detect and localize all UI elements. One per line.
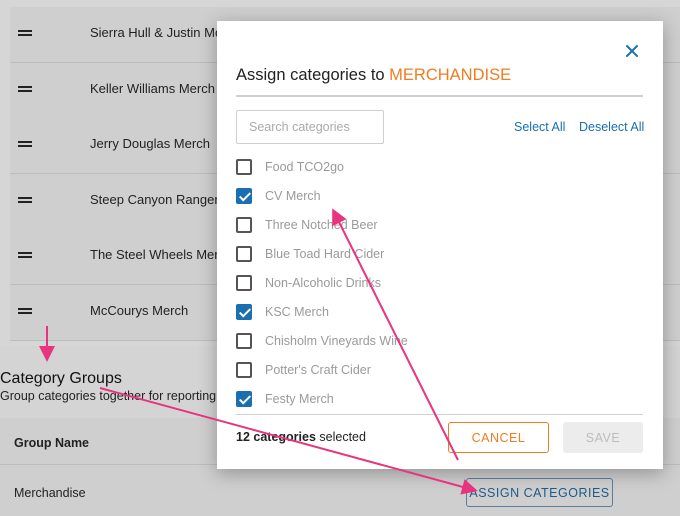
list-item-label: Chisholm Vineyards Wine [265,334,408,348]
checkbox[interactable] [236,159,252,175]
checkbox[interactable] [236,217,252,233]
modal-title-prefix: Assign categories to [236,66,390,84]
checkbox[interactable] [236,188,252,204]
search-input[interactable] [236,110,384,144]
cancel-button[interactable]: CANCEL [448,422,549,453]
category-row-label: Sierra Hull & Justin Mo [90,25,223,40]
category-row-label: The Steel Wheels Merc [90,247,226,262]
checkbox[interactable] [236,391,252,407]
drag-handle-icon[interactable] [18,252,32,258]
category-groups-title: Category Groups [0,370,122,387]
list-item[interactable]: Non-Alcoholic Drinks [236,270,643,299]
save-button[interactable]: SAVE [563,422,643,453]
modal-title-target: MERCHANDISE [389,66,512,84]
checkbox[interactable] [236,246,252,262]
checkbox[interactable] [236,362,252,378]
select-all-link[interactable]: Select All [514,120,565,134]
list-item[interactable]: Blue Toad Hard Cider [236,241,643,270]
list-item-label: CV Merch [265,189,321,203]
list-item[interactable]: Festy Merch [236,386,643,415]
title-divider [236,95,643,97]
list-item-label: Blue Toad Hard Cider [265,247,385,261]
selected-count: 12 categories selected [236,430,366,444]
list-item-label: Non-Alcoholic Drinks [265,276,382,290]
list-item-label: Food TCO2go [265,160,344,174]
drag-handle-icon[interactable] [18,30,32,36]
assign-categories-button[interactable]: ASSIGN CATEGORIES [466,478,613,507]
deselect-all-link[interactable]: Deselect All [579,120,644,134]
selected-count-suffix: selected [315,430,366,444]
close-icon-glyph [626,45,638,57]
category-row-label: Keller Williams Merch [90,81,215,96]
checkbox[interactable] [236,304,252,320]
list-item-label: Three Notched Beer [265,218,378,232]
list-item[interactable]: Food TCO2go [236,154,643,183]
list-item-label: Festy Merch [265,392,334,406]
modal-title: Assign categories to MERCHANDISE [236,66,511,85]
category-row-label: McCourys Merch [90,303,189,318]
category-groups-subtitle: Group categories together for reporting [0,389,217,403]
drag-handle-icon[interactable] [18,308,32,314]
footer-divider [236,414,643,415]
checkbox[interactable] [236,275,252,291]
category-row-label: Jerry Douglas Merch [90,136,210,151]
selected-count-number: 12 categories [236,430,316,444]
list-item-label: KSC Merch [265,305,329,319]
list-item[interactable]: Three Notched Beer [236,212,643,241]
category-checklist: Food TCO2go CV Merch Three Notched Beer … [236,154,643,414]
list-item[interactable]: KSC Merch [236,299,643,328]
list-item[interactable]: Chisholm Vineyards Wine [236,328,643,357]
drag-handle-icon[interactable] [18,141,32,147]
list-item-label: Potter's Craft Cider [265,363,371,377]
group-name-header: Group Name [14,436,90,450]
assign-categories-modal: Assign categories to MERCHANDISE Select … [217,21,663,469]
close-icon[interactable] [623,42,641,60]
drag-handle-icon[interactable] [18,86,32,92]
category-row-label: Steep Canyon Rangers [90,192,226,207]
checkbox[interactable] [236,333,252,349]
group-name-cell: Merchandise [14,486,86,500]
list-item[interactable]: CV Merch [236,183,643,212]
list-item[interactable]: Potter's Craft Cider [236,357,643,386]
drag-handle-icon[interactable] [18,197,32,203]
